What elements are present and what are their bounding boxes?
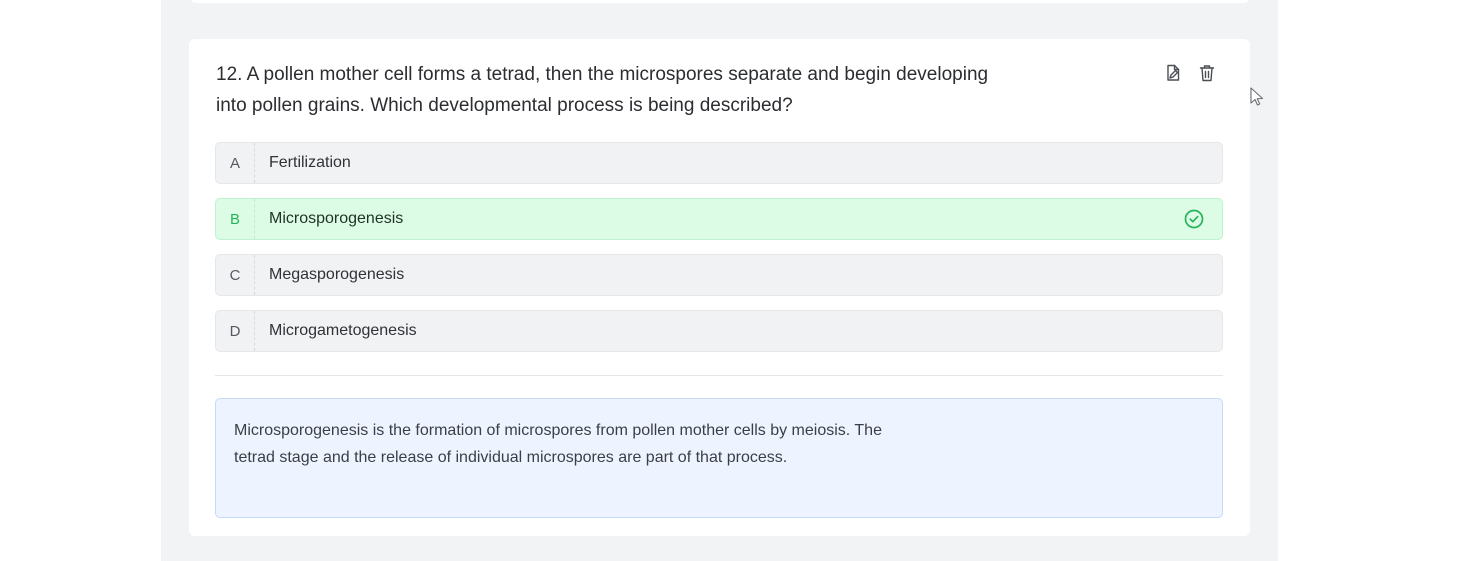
previous-question-card [190, 0, 1250, 3]
option-text: Fertilization [269, 154, 351, 171]
check-circle-icon [1184, 209, 1204, 229]
option-letter: B [216, 199, 255, 239]
question-text: 12. A pollen mother cell forms a tetrad,… [216, 64, 989, 116]
option-a[interactable]: A Fertilization [215, 142, 1223, 184]
option-text: Megasporogenesis [269, 266, 405, 283]
option-letter: A [216, 143, 255, 183]
option-d[interactable]: D Microgametogenesis [215, 310, 1223, 352]
edit-document-icon[interactable] [1164, 64, 1182, 82]
explanation-text: Microsporogenesis is the formation of mi… [234, 422, 882, 466]
question-actions [1164, 64, 1216, 82]
option-c[interactable]: C Megasporogenesis [215, 254, 1223, 296]
option-letter: C [216, 255, 255, 295]
trash-icon[interactable] [1198, 64, 1216, 82]
option-letter: D [216, 311, 255, 351]
divider [215, 375, 1223, 376]
mouse-cursor-icon [1250, 87, 1264, 106]
answer-options: A Fertilization B Microsporogenesis C Me… [215, 142, 1223, 366]
question-card: 12. A pollen mother cell forms a tetrad,… [189, 39, 1250, 536]
explanation-box: Microsporogenesis is the formation of mi… [215, 398, 1223, 518]
option-text: Microsporogenesis [269, 210, 404, 227]
option-text: Microgametogenesis [269, 322, 417, 339]
option-b-correct[interactable]: B Microsporogenesis [215, 198, 1223, 240]
